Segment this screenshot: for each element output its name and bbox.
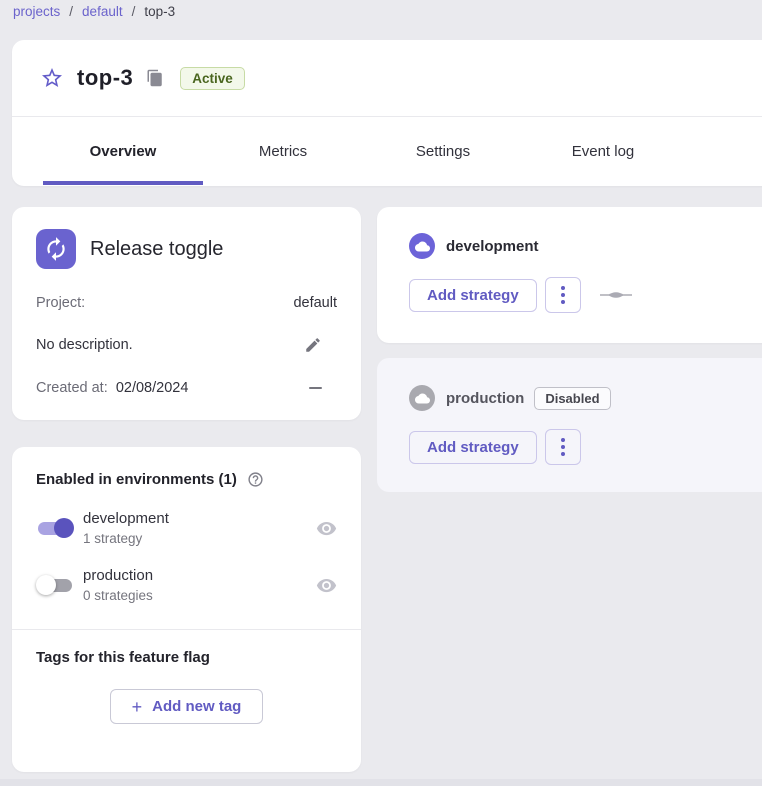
production-card-actions: Add strategy: [409, 429, 762, 465]
tab-settings[interactable]: Settings: [363, 117, 523, 185]
feature-details-card: Release toggle Project: default No descr…: [12, 207, 361, 420]
favorite-star-icon[interactable]: [40, 66, 64, 90]
tab-overview[interactable]: Overview: [43, 117, 203, 185]
connection-indicator-icon: [600, 289, 632, 301]
collapse-icon[interactable]: [309, 387, 322, 389]
tab-event-log[interactable]: Event log: [523, 117, 683, 185]
add-new-tag-button[interactable]: + Add new tag: [110, 689, 264, 724]
more-options-icon[interactable]: [545, 277, 581, 313]
eye-icon[interactable]: [316, 575, 337, 596]
project-value: default: [293, 295, 337, 311]
add-strategy-button[interactable]: Add strategy: [409, 431, 537, 464]
environments-heading-row: Enabled in environments (1): [12, 471, 361, 488]
page-title: top-3: [77, 65, 133, 91]
tags-section: Tags for this feature flag: [12, 649, 361, 666]
release-toggle-icon: [36, 229, 76, 269]
created-at: Created at: 02/08/2024: [36, 380, 188, 396]
more-options-icon[interactable]: [545, 429, 581, 465]
tags-heading: Tags for this feature flag: [36, 649, 337, 666]
tab-bar: Overview Metrics Settings Event log: [12, 117, 762, 185]
environments-card: Enabled in environments (1) development …: [12, 447, 361, 772]
description-text: No description.: [36, 337, 133, 353]
feature-type-label: Release toggle: [90, 238, 223, 261]
production-toggle[interactable]: [36, 573, 74, 597]
cloud-icon: [409, 233, 435, 259]
breadcrumb-link-projects[interactable]: projects: [13, 4, 60, 19]
breadcrumb-separator: /: [69, 4, 73, 19]
breadcrumb-link-default[interactable]: default: [82, 4, 123, 19]
tab-metrics[interactable]: Metrics: [203, 117, 363, 185]
description-row: No description.: [36, 336, 337, 354]
status-badge: Active: [180, 67, 245, 90]
eye-icon[interactable]: [316, 518, 337, 539]
environments-heading: Enabled in environments (1): [36, 471, 237, 488]
left-column: Release toggle Project: default No descr…: [12, 207, 361, 772]
development-card-actions: Add strategy: [409, 277, 762, 313]
add-new-tag-label: Add new tag: [152, 698, 241, 715]
project-label: Project:: [36, 295, 85, 311]
environment-name: development: [83, 510, 169, 527]
created-row: Created at: 02/08/2024: [36, 380, 337, 396]
environment-card-title: production: [446, 390, 524, 407]
environment-strategy-count: 1 strategy: [83, 531, 169, 546]
environment-name: production: [83, 567, 153, 584]
breadcrumb-separator: /: [132, 4, 136, 19]
plus-icon: +: [132, 700, 143, 714]
feature-header-card: top-3 Active Overview Metrics Settings E…: [12, 40, 762, 186]
add-tag-row: + Add new tag: [12, 689, 361, 724]
disabled-badge: Disabled: [534, 387, 610, 410]
environment-row-development: development 1 strategy: [12, 510, 361, 546]
right-column: development Add strategy production Disa…: [377, 207, 762, 492]
development-strategy-card: development Add strategy: [377, 207, 762, 343]
breadcrumb-current: top-3: [144, 4, 175, 19]
environment-row-production: production 0 strategies: [12, 567, 361, 603]
help-icon[interactable]: [247, 471, 264, 488]
production-card-header: production Disabled: [409, 385, 762, 411]
copy-name-icon[interactable]: [146, 69, 164, 87]
production-strategy-card: production Disabled Add strategy: [377, 358, 762, 492]
environment-labels: production 0 strategies: [83, 567, 153, 603]
add-strategy-button[interactable]: Add strategy: [409, 279, 537, 312]
cloud-icon: [409, 385, 435, 411]
edit-description-icon[interactable]: [304, 336, 322, 354]
feature-title-row: top-3 Active: [12, 40, 762, 117]
feature-type-row: Release toggle: [36, 229, 337, 269]
environment-strategy-count: 0 strategies: [83, 588, 153, 603]
footer-strip: [0, 779, 762, 786]
development-card-header: development: [409, 233, 762, 259]
development-toggle[interactable]: [36, 516, 74, 540]
project-row: Project: default: [36, 295, 337, 311]
breadcrumb: projects / default / top-3: [13, 4, 175, 19]
environment-labels: development 1 strategy: [83, 510, 169, 546]
card-divider: [12, 629, 361, 630]
environment-card-title: development: [446, 238, 539, 255]
